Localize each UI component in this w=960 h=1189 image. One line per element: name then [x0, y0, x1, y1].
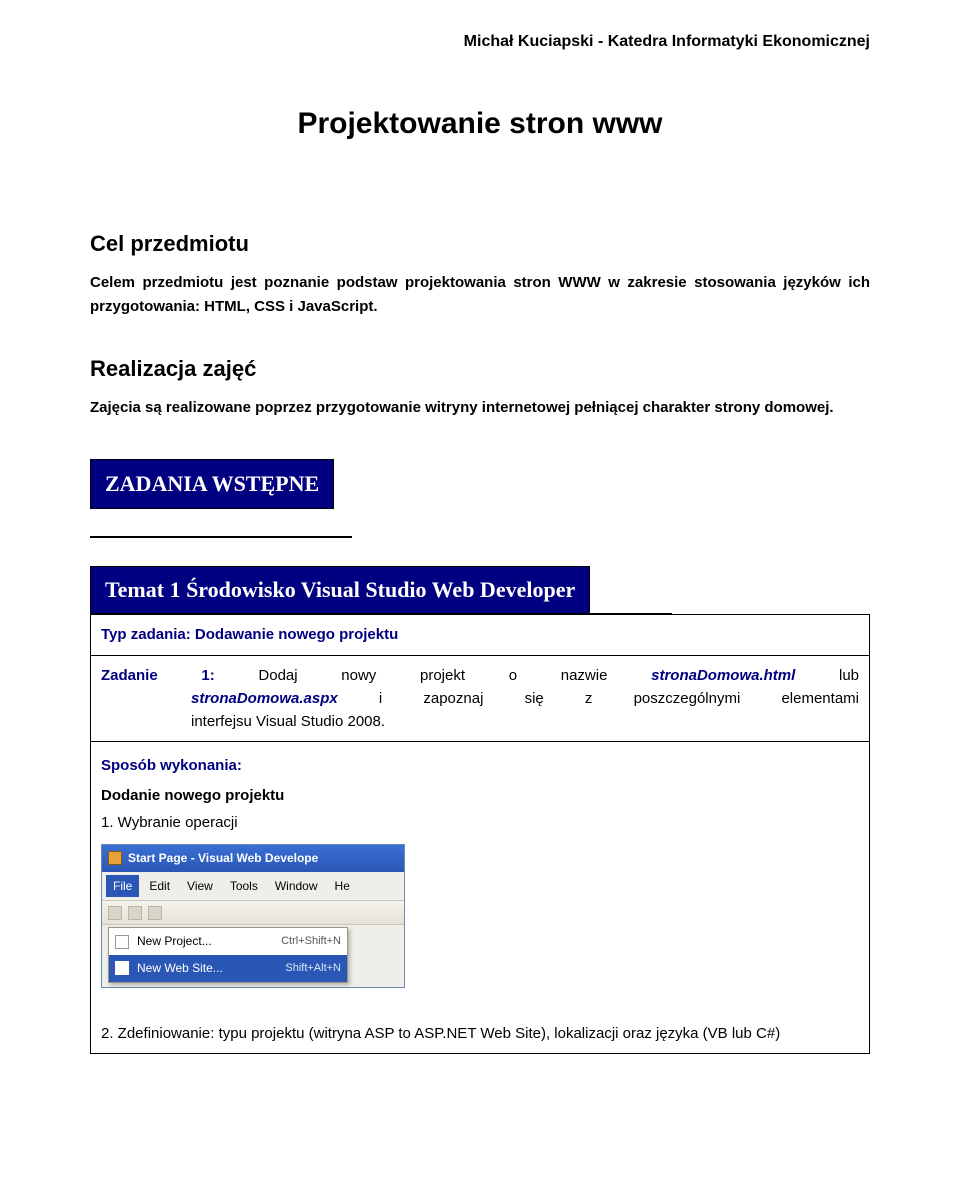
toolbar-icon-3[interactable]: [148, 906, 162, 920]
dropdown-new-project-label: New Project...: [137, 932, 273, 951]
vs-titlebar: Start Page - Visual Web Develope: [102, 845, 404, 872]
vs-title-text: Start Page - Visual Web Develope: [128, 849, 318, 868]
section-cel-body: Celem przedmiotu jest poznanie podstaw p…: [90, 271, 870, 318]
dropdown-new-project-shortcut: Ctrl+Shift+N: [281, 933, 341, 950]
new-project-icon: [115, 935, 129, 949]
menu-help[interactable]: He: [328, 875, 357, 898]
sub1: Dodanie nowego projektu: [101, 784, 859, 807]
vs-menubar: File Edit View Tools Window He: [102, 872, 404, 902]
zadanie-label: Zadanie 1:: [101, 667, 258, 684]
vs-app-icon: [108, 851, 122, 865]
task-line-2: stronaDomowa.aspx i zapoznaj się z poszc…: [101, 687, 859, 710]
task-line-1: Zadanie 1: Dodaj nowy projekt o nazwie s…: [101, 664, 859, 687]
dropdown-new-project[interactable]: New Project... Ctrl+Shift+N: [109, 928, 347, 955]
box-zadania-wstepne: ZADANIA WSTĘPNE: [90, 459, 334, 509]
task-table: Typ zadania: Dodawanie nowego projektu Z…: [90, 614, 870, 1053]
task-type-cell: Typ zadania: Dodawanie nowego projektu: [91, 615, 870, 655]
toolbar-icon-1[interactable]: [108, 906, 122, 920]
mid2b: interfejsu Visual Studio 2008.: [191, 713, 385, 730]
mid1: lub: [795, 667, 859, 684]
box-temat-1: Temat 1 Środowisko Visual Studio Web Dev…: [90, 566, 590, 614]
menu-tools[interactable]: Tools: [223, 875, 265, 898]
vs-file-dropdown: New Project... Ctrl+Shift+N New Web Site…: [108, 927, 348, 982]
page-title: Projektowanie stron www: [90, 101, 870, 148]
header-attribution: Michał Kuciapski - Katedra Informatyki E…: [90, 30, 870, 55]
menu-edit[interactable]: Edit: [142, 875, 177, 898]
task-line-3: interfejsu Visual Studio 2008.: [101, 710, 859, 733]
task-type-value: Dodawanie nowego projektu: [195, 626, 398, 643]
step1: 1. Wybranie operacji: [101, 811, 859, 834]
file1: stronaDomowa.html: [651, 667, 795, 684]
task-method-cell: Sposób wykonania: Dodanie nowego projekt…: [91, 742, 870, 1053]
box-temat-1-label: Temat 1 Środowisko Visual Studio Web Dev…: [105, 577, 575, 602]
section-realizacja-heading: Realizacja zajęć: [90, 352, 870, 386]
task-type-label: Typ zadania:: [101, 626, 195, 643]
mid2a: i zapoznaj się z poszczególnymi elementa…: [338, 690, 859, 707]
task-desc-cell: Zadanie 1: Dodaj nowy projekt o nazwie s…: [91, 655, 870, 742]
section-realizacja-body: Zajęcia są realizowane poprzez przygotow…: [90, 396, 870, 419]
step2: 2. Zdefiniowanie: typu projektu (witryna…: [101, 1022, 859, 1045]
vs-toolbar: [102, 901, 404, 925]
dropdown-new-website[interactable]: New Web Site... Shift+Alt+N: [109, 955, 347, 982]
menu-view[interactable]: View: [180, 875, 220, 898]
file2: stronaDomowa.aspx: [191, 690, 338, 707]
dropdown-new-website-shortcut: Shift+Alt+N: [285, 960, 341, 977]
menu-window[interactable]: Window: [268, 875, 325, 898]
section-cel-heading: Cel przedmiotu: [90, 227, 870, 261]
vs-window: Start Page - Visual Web Develope File Ed…: [101, 844, 405, 987]
new-website-icon: [115, 961, 129, 975]
toolbar-icon-2[interactable]: [128, 906, 142, 920]
menu-file[interactable]: File: [106, 875, 139, 898]
dropdown-new-website-label: New Web Site...: [137, 959, 277, 978]
box-zadania-wstepne-label: ZADANIA WSTĘPNE: [105, 471, 319, 496]
method-label: Sposób wykonania:: [101, 754, 859, 777]
zadanie-pre: Dodaj nowy projekt o nazwie: [258, 667, 651, 684]
